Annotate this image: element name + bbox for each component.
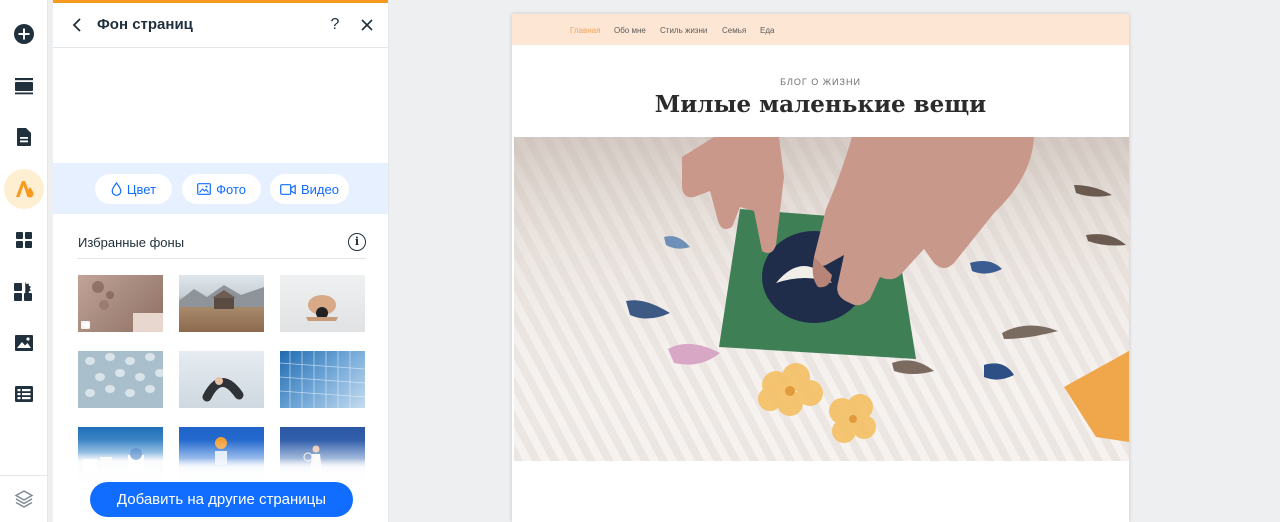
layers-icon [14,490,34,508]
nav-item-about[interactable]: Обо мне [614,26,646,35]
close-button[interactable] [356,14,378,36]
background-thumbnail[interactable] [179,275,264,332]
blue-rolls-image [85,353,163,397]
background-type-tabs: Цвет Фото Видео [53,163,388,214]
site-preview[interactable]: Главная Обо мне Стиль жизни Семья Еда БЛ… [512,14,1129,522]
info-icon[interactable]: i [348,233,366,251]
image-icon [197,183,211,195]
panel-title: Фон страниц [97,16,193,33]
nav-item-family[interactable]: Семья [722,26,746,35]
add-apps-icon [16,232,32,248]
background-thumbnail[interactable] [280,275,365,332]
add-apps-button[interactable] [4,220,44,260]
left-toolbar [0,0,48,522]
page-background-panel: Фон страниц ? Цвет Фото Видео Избранные … [53,0,389,522]
nav-item-home[interactable]: Главная [570,26,600,35]
layers-button[interactable] [0,475,48,522]
menus-icon [15,78,33,95]
back-button[interactable] [67,14,87,36]
backbend-pose-image [202,377,244,402]
tab-photo-label: Фото [216,181,246,197]
panel-header: Фон страниц ? [53,3,388,48]
background-thumbnail[interactable] [280,351,365,408]
tab-video[interactable]: Видео [270,174,349,204]
tab-color-label: Цвет [126,181,157,197]
yoga-pose-image [306,295,338,321]
cms-button[interactable] [4,374,44,414]
design-icon [16,181,34,198]
close-icon [361,19,373,31]
tab-color[interactable]: Цвет [95,174,172,204]
background-thumbnail[interactable] [78,351,163,408]
dry-flowers-image [81,281,163,332]
hero-image [514,137,1129,461]
media-button[interactable] [4,323,44,363]
cms-table-icon [15,386,33,402]
nav-item-lifestyle[interactable]: Стиль жизни [660,26,707,35]
tab-video-label: Видео [301,181,339,197]
blog-title: Милые маленькие вещи [654,91,987,118]
my-business-icon [14,282,32,301]
add-icon [14,24,34,44]
section-title: Избранные фоны [78,235,185,250]
add-to-other-pages-button[interactable]: Добавить на другие страницы [90,482,353,517]
chevron-left-icon [72,18,81,32]
tab-photo[interactable]: Фото [182,174,261,204]
my-business-button[interactable] [4,272,44,312]
nav-item-food[interactable]: Еда [760,26,774,35]
pages-icon [17,128,31,146]
section-divider [77,258,366,259]
video-icon [280,183,296,195]
menus-button[interactable] [4,66,44,106]
blog-kicker: БЛОГ О ЖИЗНИ [780,77,861,87]
help-button[interactable]: ? [325,13,345,37]
add-elements-button[interactable] [4,14,44,54]
media-icon [15,335,33,351]
drop-icon [111,182,122,196]
pages-button[interactable] [4,117,44,157]
glass-building-image [280,351,365,408]
site-nav-bar: Главная Обо мне Стиль жизни Семья Еда [512,14,1129,45]
background-thumbnail[interactable] [78,275,163,332]
mountain-cabin-image [179,285,264,309]
background-thumbnail[interactable] [179,351,264,408]
site-design-button[interactable] [4,169,44,209]
